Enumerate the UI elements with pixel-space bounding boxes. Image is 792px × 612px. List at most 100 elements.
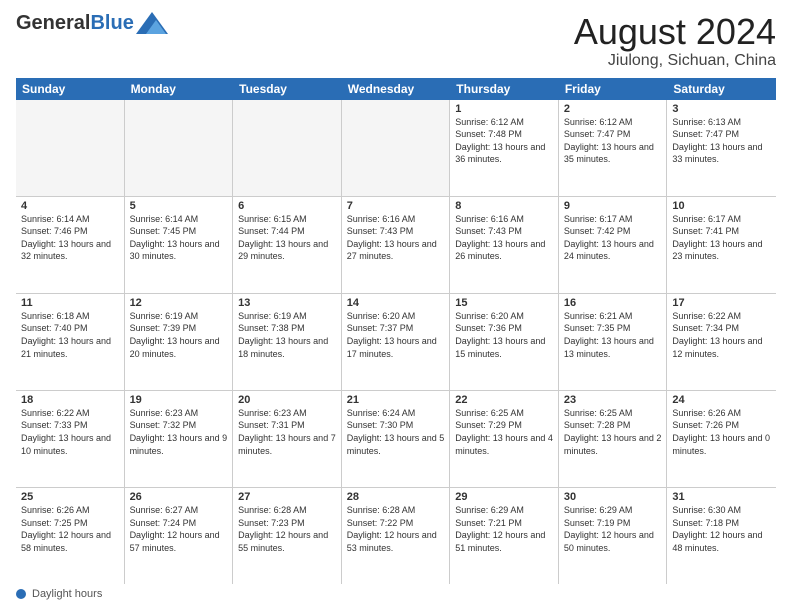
day-number: 25: [21, 491, 119, 503]
day-info: Sunrise: 6:12 AMSunset: 7:48 PMDaylight:…: [455, 116, 553, 166]
calendar-body: 1Sunrise: 6:12 AMSunset: 7:48 PMDaylight…: [16, 100, 776, 584]
day-info: Sunrise: 6:18 AMSunset: 7:40 PMDaylight:…: [21, 310, 119, 360]
cal-cell-day-3: 3Sunrise: 6:13 AMSunset: 7:47 PMDaylight…: [667, 100, 776, 196]
day-info: Sunrise: 6:25 AMSunset: 7:28 PMDaylight:…: [564, 407, 662, 457]
day-number: 28: [347, 491, 445, 503]
day-number: 27: [238, 491, 336, 503]
cal-cell-day-6: 6Sunrise: 6:15 AMSunset: 7:44 PMDaylight…: [233, 197, 342, 293]
cal-cell-day-13: 13Sunrise: 6:19 AMSunset: 7:38 PMDayligh…: [233, 294, 342, 390]
cal-cell-day-8: 8Sunrise: 6:16 AMSunset: 7:43 PMDaylight…: [450, 197, 559, 293]
day-number: 26: [130, 491, 228, 503]
day-number: 6: [238, 200, 336, 212]
day-info: Sunrise: 6:13 AMSunset: 7:47 PMDaylight:…: [672, 116, 771, 166]
day-info: Sunrise: 6:24 AMSunset: 7:30 PMDaylight:…: [347, 407, 445, 457]
day-number: 11: [21, 297, 119, 309]
day-info: Sunrise: 6:28 AMSunset: 7:22 PMDaylight:…: [347, 504, 445, 554]
day-number: 12: [130, 297, 228, 309]
cal-cell-day-25: 25Sunrise: 6:26 AMSunset: 7:25 PMDayligh…: [16, 488, 125, 584]
cal-cell-day-empty-1: [125, 100, 234, 196]
day-number: 1: [455, 103, 553, 115]
day-info: Sunrise: 6:19 AMSunset: 7:38 PMDaylight:…: [238, 310, 336, 360]
day-number: 18: [21, 394, 119, 406]
day-info: Sunrise: 6:20 AMSunset: 7:36 PMDaylight:…: [455, 310, 553, 360]
cal-cell-day-24: 24Sunrise: 6:26 AMSunset: 7:26 PMDayligh…: [667, 391, 776, 487]
day-info: Sunrise: 6:15 AMSunset: 7:44 PMDaylight:…: [238, 213, 336, 263]
header: GeneralBlue August 2024 Jiulong, Sichuan…: [16, 12, 776, 70]
cal-cell-day-15: 15Sunrise: 6:20 AMSunset: 7:36 PMDayligh…: [450, 294, 559, 390]
cal-header-sunday: Sunday: [16, 78, 125, 100]
day-number: 9: [564, 200, 662, 212]
cal-cell-day-9: 9Sunrise: 6:17 AMSunset: 7:42 PMDaylight…: [559, 197, 668, 293]
cal-cell-day-19: 19Sunrise: 6:23 AMSunset: 7:32 PMDayligh…: [125, 391, 234, 487]
day-number: 10: [672, 200, 771, 212]
cal-cell-day-14: 14Sunrise: 6:20 AMSunset: 7:37 PMDayligh…: [342, 294, 451, 390]
cal-cell-day-4: 4Sunrise: 6:14 AMSunset: 7:46 PMDaylight…: [16, 197, 125, 293]
day-info: Sunrise: 6:16 AMSunset: 7:43 PMDaylight:…: [455, 213, 553, 263]
cal-header-monday: Monday: [125, 78, 234, 100]
cal-header-tuesday: Tuesday: [233, 78, 342, 100]
cal-cell-day-27: 27Sunrise: 6:28 AMSunset: 7:23 PMDayligh…: [233, 488, 342, 584]
day-number: 8: [455, 200, 553, 212]
cal-header-wednesday: Wednesday: [342, 78, 451, 100]
cal-cell-day-empty-0: [16, 100, 125, 196]
cal-cell-day-11: 11Sunrise: 6:18 AMSunset: 7:40 PMDayligh…: [16, 294, 125, 390]
cal-cell-day-20: 20Sunrise: 6:23 AMSunset: 7:31 PMDayligh…: [233, 391, 342, 487]
footer: Daylight hours: [16, 588, 776, 600]
day-info: Sunrise: 6:20 AMSunset: 7:37 PMDaylight:…: [347, 310, 445, 360]
day-number: 5: [130, 200, 228, 212]
day-number: 20: [238, 394, 336, 406]
day-info: Sunrise: 6:23 AMSunset: 7:32 PMDaylight:…: [130, 407, 228, 457]
footer-label: Daylight hours: [32, 588, 102, 600]
day-number: 29: [455, 491, 553, 503]
cal-cell-day-31: 31Sunrise: 6:30 AMSunset: 7:18 PMDayligh…: [667, 488, 776, 584]
cal-cell-day-23: 23Sunrise: 6:25 AMSunset: 7:28 PMDayligh…: [559, 391, 668, 487]
day-info: Sunrise: 6:21 AMSunset: 7:35 PMDaylight:…: [564, 310, 662, 360]
cal-header-friday: Friday: [559, 78, 668, 100]
cal-cell-day-7: 7Sunrise: 6:16 AMSunset: 7:43 PMDaylight…: [342, 197, 451, 293]
day-number: 23: [564, 394, 662, 406]
day-number: 2: [564, 103, 662, 115]
day-info: Sunrise: 6:22 AMSunset: 7:34 PMDaylight:…: [672, 310, 771, 360]
day-info: Sunrise: 6:29 AMSunset: 7:21 PMDaylight:…: [455, 504, 553, 554]
cal-cell-day-29: 29Sunrise: 6:29 AMSunset: 7:21 PMDayligh…: [450, 488, 559, 584]
cal-cell-day-28: 28Sunrise: 6:28 AMSunset: 7:22 PMDayligh…: [342, 488, 451, 584]
cal-cell-day-12: 12Sunrise: 6:19 AMSunset: 7:39 PMDayligh…: [125, 294, 234, 390]
day-info: Sunrise: 6:14 AMSunset: 7:46 PMDaylight:…: [21, 213, 119, 263]
cal-cell-day-18: 18Sunrise: 6:22 AMSunset: 7:33 PMDayligh…: [16, 391, 125, 487]
day-number: 24: [672, 394, 771, 406]
cal-cell-day-empty-2: [233, 100, 342, 196]
cal-header-thursday: Thursday: [450, 78, 559, 100]
day-info: Sunrise: 6:17 AMSunset: 7:42 PMDaylight:…: [564, 213, 662, 263]
day-info: Sunrise: 6:28 AMSunset: 7:23 PMDaylight:…: [238, 504, 336, 554]
day-info: Sunrise: 6:26 AMSunset: 7:26 PMDaylight:…: [672, 407, 771, 457]
day-info: Sunrise: 6:30 AMSunset: 7:18 PMDaylight:…: [672, 504, 771, 554]
day-info: Sunrise: 6:17 AMSunset: 7:41 PMDaylight:…: [672, 213, 771, 263]
logo: GeneralBlue: [16, 12, 168, 34]
cal-week-5: 25Sunrise: 6:26 AMSunset: 7:25 PMDayligh…: [16, 488, 776, 584]
day-number: 13: [238, 297, 336, 309]
cal-week-2: 4Sunrise: 6:14 AMSunset: 7:46 PMDaylight…: [16, 197, 776, 294]
logo-icon: [136, 12, 168, 34]
cal-header-saturday: Saturday: [667, 78, 776, 100]
day-info: Sunrise: 6:22 AMSunset: 7:33 PMDaylight:…: [21, 407, 119, 457]
logo-blue: Blue: [90, 12, 133, 34]
day-info: Sunrise: 6:14 AMSunset: 7:45 PMDaylight:…: [130, 213, 228, 263]
calendar: SundayMondayTuesdayWednesdayThursdayFrid…: [16, 78, 776, 584]
location-subtitle: Jiulong, Sichuan, China: [574, 52, 776, 70]
day-number: 30: [564, 491, 662, 503]
cal-cell-day-5: 5Sunrise: 6:14 AMSunset: 7:45 PMDaylight…: [125, 197, 234, 293]
day-info: Sunrise: 6:23 AMSunset: 7:31 PMDaylight:…: [238, 407, 336, 457]
day-info: Sunrise: 6:12 AMSunset: 7:47 PMDaylight:…: [564, 116, 662, 166]
title-block: August 2024 Jiulong, Sichuan, China: [574, 12, 776, 70]
month-year-title: August 2024: [574, 12, 776, 52]
cal-week-1: 1Sunrise: 6:12 AMSunset: 7:48 PMDaylight…: [16, 100, 776, 197]
cal-week-4: 18Sunrise: 6:22 AMSunset: 7:33 PMDayligh…: [16, 391, 776, 488]
cal-cell-day-2: 2Sunrise: 6:12 AMSunset: 7:47 PMDaylight…: [559, 100, 668, 196]
day-number: 14: [347, 297, 445, 309]
day-number: 17: [672, 297, 771, 309]
day-number: 16: [564, 297, 662, 309]
day-info: Sunrise: 6:29 AMSunset: 7:19 PMDaylight:…: [564, 504, 662, 554]
day-number: 31: [672, 491, 771, 503]
cal-cell-day-1: 1Sunrise: 6:12 AMSunset: 7:48 PMDaylight…: [450, 100, 559, 196]
page: GeneralBlue August 2024 Jiulong, Sichuan…: [0, 0, 792, 612]
